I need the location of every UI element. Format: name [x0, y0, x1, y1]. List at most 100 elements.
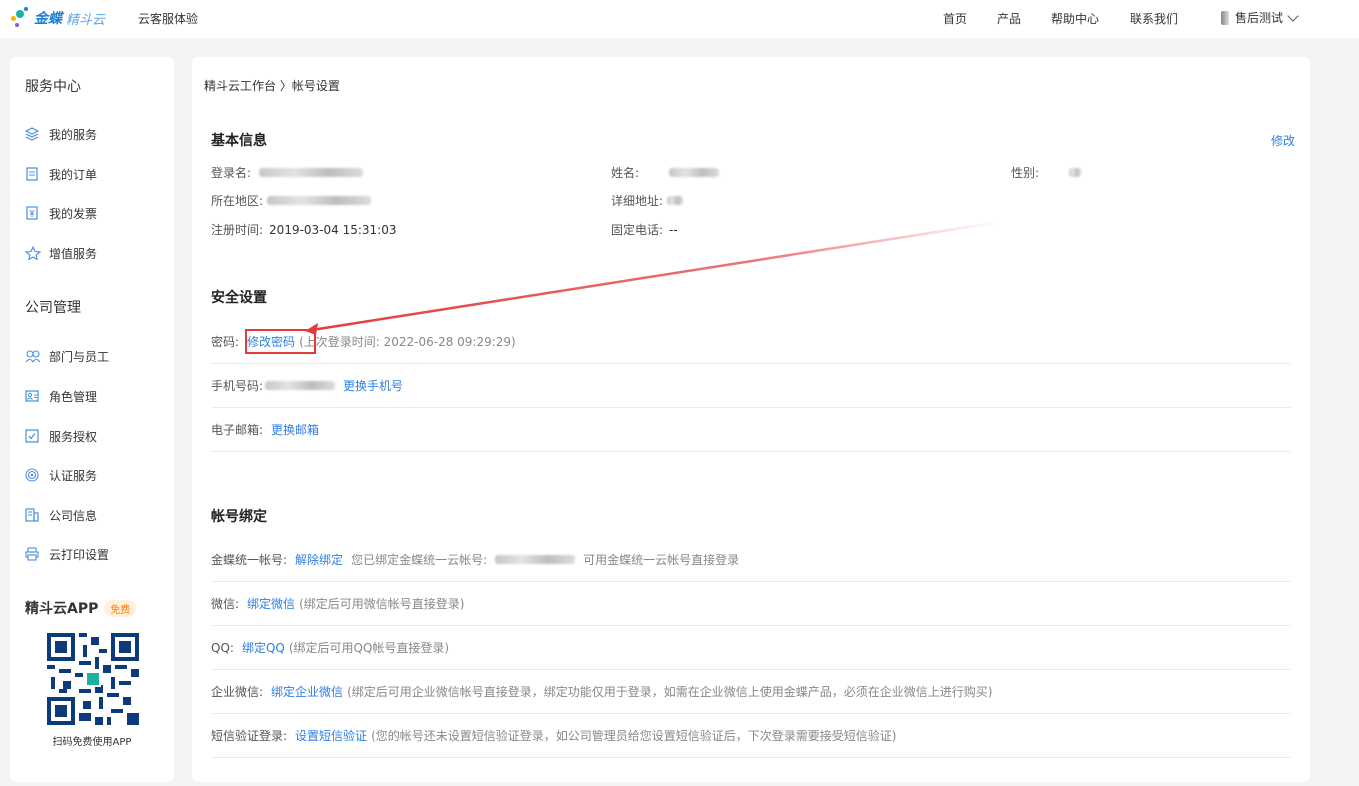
- field-label: 详细地址:: [611, 194, 664, 208]
- breadcrumb[interactable]: 精斗云工作台 〉帐号设置: [204, 77, 340, 94]
- sidebar-item-label: 增值服务: [49, 246, 98, 261]
- user-menu[interactable]: 售后测试: [1221, 9, 1299, 26]
- field-label: 手机号码:: [211, 379, 264, 393]
- sms-note: (您的帐号还未设置短信验证登录，如公司管理员给您设置短信验证后，下次登录需要接受…: [371, 729, 897, 743]
- sidebar-section-service-center: 服务中心: [25, 79, 81, 95]
- nav-home[interactable]: 首页: [943, 10, 967, 27]
- sidebar-item-value-added[interactable]: 增值服务: [24, 244, 98, 262]
- security-row-password: 密码: 修改密码 (上次登录时间: 2022-06-28 09:29:29): [211, 320, 1291, 364]
- field-login-name: 登录名:: [211, 164, 364, 181]
- logo-icon: [10, 6, 32, 30]
- blurred-value: [1069, 168, 1082, 177]
- field-label: QQ:: [211, 640, 234, 655]
- field-label: 金蝶统一帐号:: [211, 553, 288, 567]
- binding-row-wework: 企业微信: 绑定企业微信 (绑定后可用企业微信帐号直接登录，绑定功能仅用于登录，…: [211, 670, 1291, 714]
- blurred-value: [265, 381, 336, 390]
- change-email-link[interactable]: 更换邮箱: [271, 421, 319, 438]
- sidebar: 服务中心 我的服务 我的订单 我的发票 增值服务 公司管理 部门与员工 角色管理…: [10, 57, 174, 782]
- bind-wework-link[interactable]: 绑定企业微信: [271, 683, 343, 700]
- nav-products[interactable]: 产品: [997, 10, 1021, 27]
- top-bar: 金蝶 精斗云 云客服体验 首页 产品 帮助中心 联系我们 售后测试: [0, 0, 1359, 38]
- field-address: 详细地址:: [611, 192, 684, 209]
- sidebar-item-label: 我的发票: [49, 206, 98, 221]
- security-row-email: 电子邮箱: 更换邮箱: [211, 408, 1291, 452]
- sidebar-item-service-auth[interactable]: 服务授权: [25, 427, 97, 445]
- field-label: 电子邮箱:: [211, 423, 264, 437]
- free-badge: 免费: [104, 599, 137, 617]
- last-login-note: (上次登录时间: 2022-06-28 09:29:29): [299, 335, 516, 349]
- nav-contact-us[interactable]: 联系我们: [1130, 10, 1178, 27]
- chevron-down-icon: [1287, 9, 1299, 22]
- sidebar-item-certification[interactable]: 认证服务: [25, 466, 97, 484]
- avatar: [1221, 10, 1229, 25]
- building-icon: [25, 508, 39, 522]
- field-label: 性别:: [1011, 166, 1040, 180]
- sidebar-item-label: 服务授权: [49, 429, 98, 444]
- unbind-kingdee-link[interactable]: 解除绑定: [295, 551, 343, 568]
- set-sms-verify-link[interactable]: 设置短信验证: [295, 727, 367, 744]
- field-label: 所在地区:: [211, 194, 264, 208]
- app-name[interactable]: 云客服体验: [138, 10, 198, 27]
- sidebar-item-my-services[interactable]: 我的服务: [24, 125, 98, 143]
- app-promo-title: 精斗云APP 免费: [25, 598, 137, 618]
- field-label: 姓名:: [611, 166, 640, 180]
- sidebar-item-label: 公司信息: [49, 508, 98, 523]
- field-name: 姓名:: [611, 164, 720, 181]
- sidebar-item-label: 我的服务: [49, 127, 98, 142]
- field-label: 固定电话:: [611, 223, 664, 237]
- security-row-mobile: 手机号码: 更换手机号: [211, 364, 1291, 408]
- order-icon: [25, 167, 39, 181]
- check-icon: [25, 429, 39, 443]
- sidebar-item-departments[interactable]: 部门与员工: [25, 347, 109, 365]
- kingdee-note-2: 可用金蝶统一云帐号直接登录: [583, 553, 740, 567]
- brand-logo[interactable]: 金蝶 精斗云: [10, 6, 105, 30]
- sidebar-item-cloud-print[interactable]: 云打印设置: [25, 545, 109, 563]
- wechat-note: (绑定后可用微信帐号直接登录): [299, 597, 465, 611]
- field-label: 微信:: [211, 597, 240, 611]
- sidebar-item-company-info[interactable]: 公司信息: [25, 506, 97, 524]
- field-landline: 固定电话: --: [611, 221, 678, 238]
- field-gender: 性别:: [1011, 164, 1082, 181]
- edit-basic-info-link[interactable]: 修改: [1271, 132, 1295, 149]
- qr-caption: 扫码免费使用APP: [52, 737, 132, 748]
- binding-row-qq: QQ: 绑定QQ (绑定后可用QQ帐号直接登录): [211, 626, 1291, 670]
- sidebar-item-label: 云打印设置: [49, 547, 110, 562]
- field-label: 注册时间:: [211, 223, 264, 237]
- sidebar-item-my-orders[interactable]: 我的订单: [25, 165, 97, 183]
- qr-code: [47, 633, 139, 725]
- bind-wechat-link[interactable]: 绑定微信: [247, 595, 295, 612]
- highlight-box: [245, 329, 316, 354]
- wework-note: (绑定后可用企业微信帐号直接登录，绑定功能仅用于登录，如需在企业微信上使用金蝶产…: [347, 685, 993, 699]
- section-title-basic-info: 基本信息: [211, 133, 267, 149]
- blurred-value: [669, 168, 720, 177]
- stack-icon: [24, 127, 40, 141]
- field-label: 企业微信:: [211, 685, 264, 699]
- field-label: 登录名:: [211, 166, 252, 180]
- sidebar-item-label: 认证服务: [49, 468, 98, 483]
- sidebar-item-roles[interactable]: 角色管理: [25, 387, 97, 405]
- bind-qq-link[interactable]: 绑定QQ: [242, 639, 285, 656]
- field-label: 密码:: [211, 335, 240, 349]
- binding-row-kingdee: 金蝶统一帐号: 解除绑定 您已绑定金蝶统一云帐号: 可用金蝶统一云帐号直接登录: [211, 538, 1291, 582]
- sidebar-item-label: 角色管理: [49, 389, 98, 404]
- binding-row-wechat: 微信: 绑定微信 (绑定后可用微信帐号直接登录): [211, 582, 1291, 626]
- change-mobile-link[interactable]: 更换手机号: [343, 377, 403, 394]
- blurred-value: [495, 555, 576, 564]
- field-value: 2019-03-04 15:31:03: [269, 222, 397, 237]
- field-label: 短信验证登录:: [211, 729, 288, 743]
- blurred-value: [667, 196, 684, 205]
- printer-icon: [25, 547, 39, 561]
- field-registration-time: 注册时间: 2019-03-04 15:31:03: [211, 221, 397, 238]
- logo-text: 金蝶: [34, 11, 62, 27]
- sidebar-item-label: 我的订单: [49, 167, 98, 182]
- people-icon: [25, 349, 41, 363]
- sidebar-item-my-invoices[interactable]: 我的发票: [25, 204, 97, 222]
- sidebar-item-label: 部门与员工: [49, 349, 110, 364]
- role-icon: [25, 389, 39, 403]
- app-title-text: 精斗云APP: [25, 601, 99, 617]
- binding-row-sms: 短信验证登录: 设置短信验证 (您的帐号还未设置短信验证登录，如公司管理员给您设…: [211, 714, 1291, 758]
- nav-help-center[interactable]: 帮助中心: [1051, 10, 1099, 27]
- logo-sub-text: 精斗云: [66, 12, 106, 28]
- kingdee-note: 您已绑定金蝶统一云帐号:: [351, 553, 488, 567]
- section-title-binding: 帐号绑定: [211, 509, 267, 525]
